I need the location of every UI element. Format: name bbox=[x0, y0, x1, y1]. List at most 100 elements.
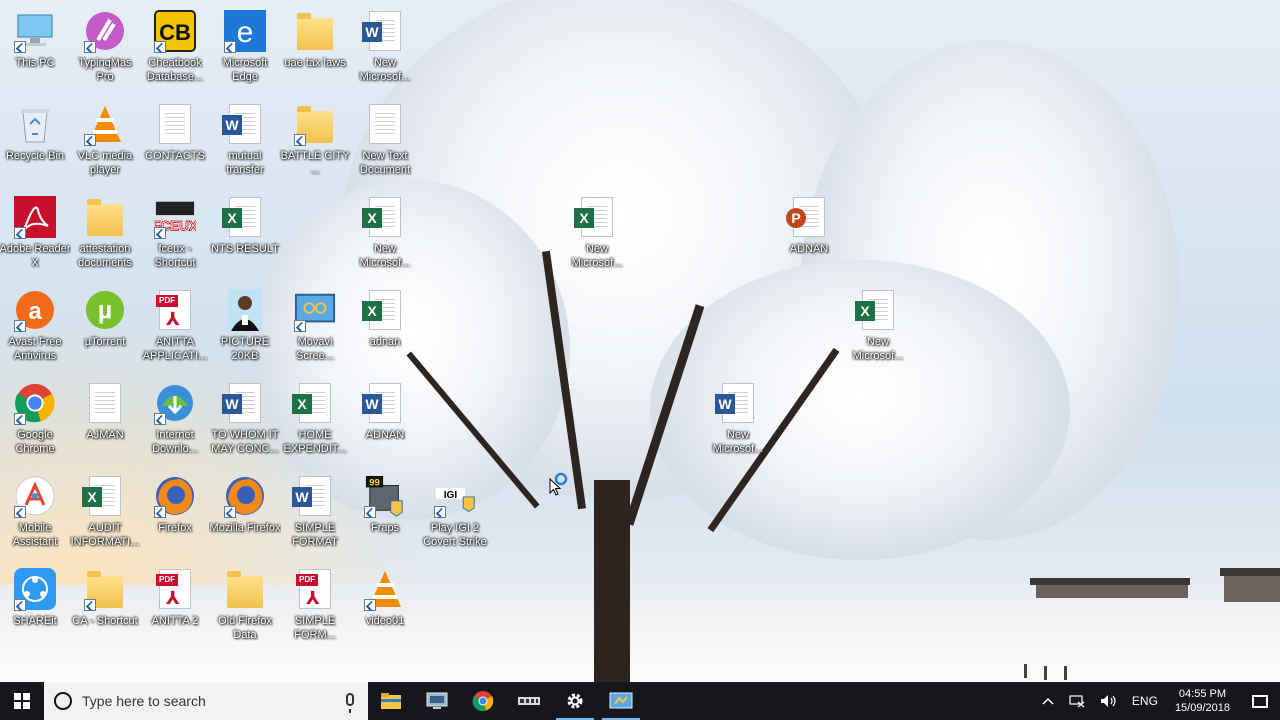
desktop-icon-label: ADNAN bbox=[789, 243, 829, 255]
svg-text:e: e bbox=[237, 16, 254, 49]
desktop-icon[interactable]: W TO WHOM IT MAY CONC... bbox=[210, 377, 280, 467]
shortcut-arrow-icon bbox=[84, 41, 96, 53]
taskbar-clock[interactable]: 04:55 PM 15/09/2018 bbox=[1165, 687, 1240, 715]
shortcut-arrow-icon bbox=[14, 413, 26, 425]
taskbar-chrome[interactable] bbox=[460, 682, 506, 720]
desktop-icon[interactable]: PDF ⅄ SIMPLE FORM... bbox=[280, 563, 350, 653]
desktop-icon[interactable]: X New Microsof... bbox=[843, 284, 913, 374]
desktop-icon[interactable]: Mozilla Firefox bbox=[210, 470, 280, 560]
desktop-icon[interactable]: Movavi Scree... bbox=[280, 284, 350, 374]
desktop-icon[interactable]: PICTURE 20KB bbox=[210, 284, 280, 374]
start-button[interactable] bbox=[0, 682, 44, 720]
desktop-icon[interactable]: CB Cheatbook Database... bbox=[140, 5, 210, 95]
desktop-icon[interactable]: IGI Play IGI 2 Covert Strike bbox=[420, 470, 490, 560]
desktop-icon[interactable]: attestation documents bbox=[70, 191, 140, 281]
desktop-icon[interactable]: a Avast Free Antivirus bbox=[0, 284, 70, 374]
desktop-icon[interactable]: W SIMPLE FORMAT bbox=[280, 470, 350, 560]
input-language-button[interactable]: ENG bbox=[1125, 694, 1165, 708]
desktop-icon[interactable]: Recycle Bin bbox=[0, 98, 70, 188]
fceux-icon: FCEUX bbox=[154, 195, 196, 239]
network-status-button[interactable] bbox=[1061, 694, 1093, 708]
pdf-icon: PDF ⅄ bbox=[154, 288, 196, 332]
desktop-icon-label: AJMAN bbox=[86, 429, 124, 441]
desktop-icon[interactable]: X New Microsof... bbox=[562, 191, 632, 281]
desktop-icon-label: attestation documents bbox=[78, 243, 132, 269]
shortcut-arrow-icon bbox=[224, 41, 236, 53]
taskbar-file-explorer[interactable] bbox=[368, 682, 414, 720]
desktop-icon[interactable]: W New Microsof... bbox=[703, 377, 773, 467]
vlc-icon bbox=[364, 567, 406, 611]
excel-icon: X bbox=[222, 195, 266, 239]
desktop-icon[interactable]: PDF ⅄ ANITTA 2 bbox=[140, 563, 210, 653]
taskbar-search-box[interactable]: Type here to search bbox=[44, 682, 368, 720]
clock-time: 04:55 PM bbox=[1178, 688, 1227, 700]
picture-icon bbox=[224, 288, 266, 332]
desktop-icon[interactable]: uae tax laws bbox=[280, 5, 350, 95]
desktop-icon[interactable]: Xadnan bbox=[350, 284, 420, 374]
desktop-icon[interactable]: Wmutual transfer bbox=[210, 98, 280, 188]
desktop-icon[interactable]: video01 bbox=[350, 563, 420, 653]
shortcut-arrow-icon bbox=[14, 320, 26, 332]
text-icon bbox=[364, 102, 406, 146]
shortcut-arrow-icon bbox=[294, 134, 306, 146]
taskbar-network-app[interactable] bbox=[414, 682, 460, 720]
file-explorer-icon bbox=[381, 693, 401, 709]
desktop-icon[interactable]: Mobile Assistant bbox=[0, 470, 70, 560]
system-tray: ENG 04:55 PM 15/09/2018 bbox=[1035, 682, 1280, 720]
desktop-icon[interactable]: BATTLE CITY ... bbox=[280, 98, 350, 188]
desktop-icon[interactable]: X AUDIT INFORMATI... bbox=[70, 470, 140, 560]
show-hidden-icons-button[interactable] bbox=[1035, 697, 1061, 705]
desktop-icon[interactable]: Internet Downlo... bbox=[140, 377, 210, 467]
shortcut-arrow-icon bbox=[364, 506, 376, 518]
desktop-icon[interactable]: X NTS RESULT bbox=[210, 191, 280, 281]
desktop-icon[interactable]: CA - Shortcut bbox=[70, 563, 140, 653]
desktop-icon[interactable]: W ADNAN bbox=[350, 377, 420, 467]
wallpaper-building-roof bbox=[1220, 568, 1280, 576]
desktop-icon-label: SHAREit bbox=[13, 615, 57, 627]
action-center-button[interactable] bbox=[1240, 682, 1280, 720]
desktop-icon[interactable]: P ADNAN bbox=[774, 191, 844, 281]
speaker-icon bbox=[1100, 695, 1116, 707]
desktop-icon[interactable]: AJMAN bbox=[70, 377, 140, 467]
idm-icon bbox=[154, 381, 196, 425]
desktop-icon[interactable]: VLC media player bbox=[70, 98, 140, 188]
taskbar-settings[interactable] bbox=[552, 682, 598, 720]
desktop-icon[interactable]: Old Firefox Data bbox=[210, 563, 280, 653]
desktop-icon[interactable]: SHAREit bbox=[0, 563, 70, 653]
desktop-icon[interactable]: X HOME EXPENDIT... bbox=[280, 377, 350, 467]
movavi-icon bbox=[609, 692, 633, 709]
desktop-icon[interactable]: e Microsoft Edge bbox=[210, 5, 280, 95]
desktop-icon[interactable]: This PC bbox=[0, 5, 70, 95]
folder-icon bbox=[84, 195, 126, 239]
desktop-icon-label: New Microsof... bbox=[359, 57, 411, 83]
taskbar-game[interactable] bbox=[506, 682, 552, 720]
desktop-icon[interactable]: Google Chrome bbox=[0, 377, 70, 467]
desktop-icon[interactable]: PDF ⅄ ANITTA APPLICATI... bbox=[140, 284, 210, 374]
shortcut-arrow-icon bbox=[154, 413, 166, 425]
desktop-icon[interactable]: W New Microsof... bbox=[350, 5, 420, 95]
desktop-icon[interactable]: Firefox bbox=[140, 470, 210, 560]
notification-icon bbox=[1252, 694, 1268, 708]
desktop-icon[interactable]: 99 Fraps bbox=[350, 470, 420, 560]
desktop-icon[interactable]: Adobe Reader X bbox=[0, 191, 70, 281]
desktop-icon-label: mutual transfer bbox=[226, 150, 264, 176]
game-icon bbox=[518, 697, 540, 705]
recycle-icon bbox=[14, 102, 56, 146]
taskbar-movavi[interactable] bbox=[598, 682, 644, 720]
pdf-icon: PDF ⅄ bbox=[294, 567, 336, 611]
excel-icon: X bbox=[82, 474, 126, 518]
desktop-icon-label: Firefox bbox=[158, 522, 192, 534]
desktop-icon[interactable]: CONTACTS bbox=[140, 98, 210, 188]
volume-button[interactable] bbox=[1093, 694, 1125, 708]
svg-text:99: 99 bbox=[369, 478, 380, 489]
microphone-icon[interactable] bbox=[346, 693, 354, 713]
shortcut-arrow-icon bbox=[14, 227, 26, 239]
desktop-icon[interactable]: FCEUX fceux - Shortcut bbox=[140, 191, 210, 281]
shortcut-arrow-icon bbox=[434, 506, 446, 518]
excel-icon: X bbox=[292, 381, 336, 425]
desktop-icon[interactable]: X New Microsof... bbox=[350, 191, 420, 281]
desktop-icon[interactable]: TypingMas Pro bbox=[70, 5, 140, 95]
desktop-icon[interactable]: New Text Document bbox=[350, 98, 420, 188]
desktop[interactable]: This PC TypingMas Pro CB Cheatbook Database… bbox=[0, 0, 1280, 682]
desktop-icon[interactable]: µ µTorrent bbox=[70, 284, 140, 374]
